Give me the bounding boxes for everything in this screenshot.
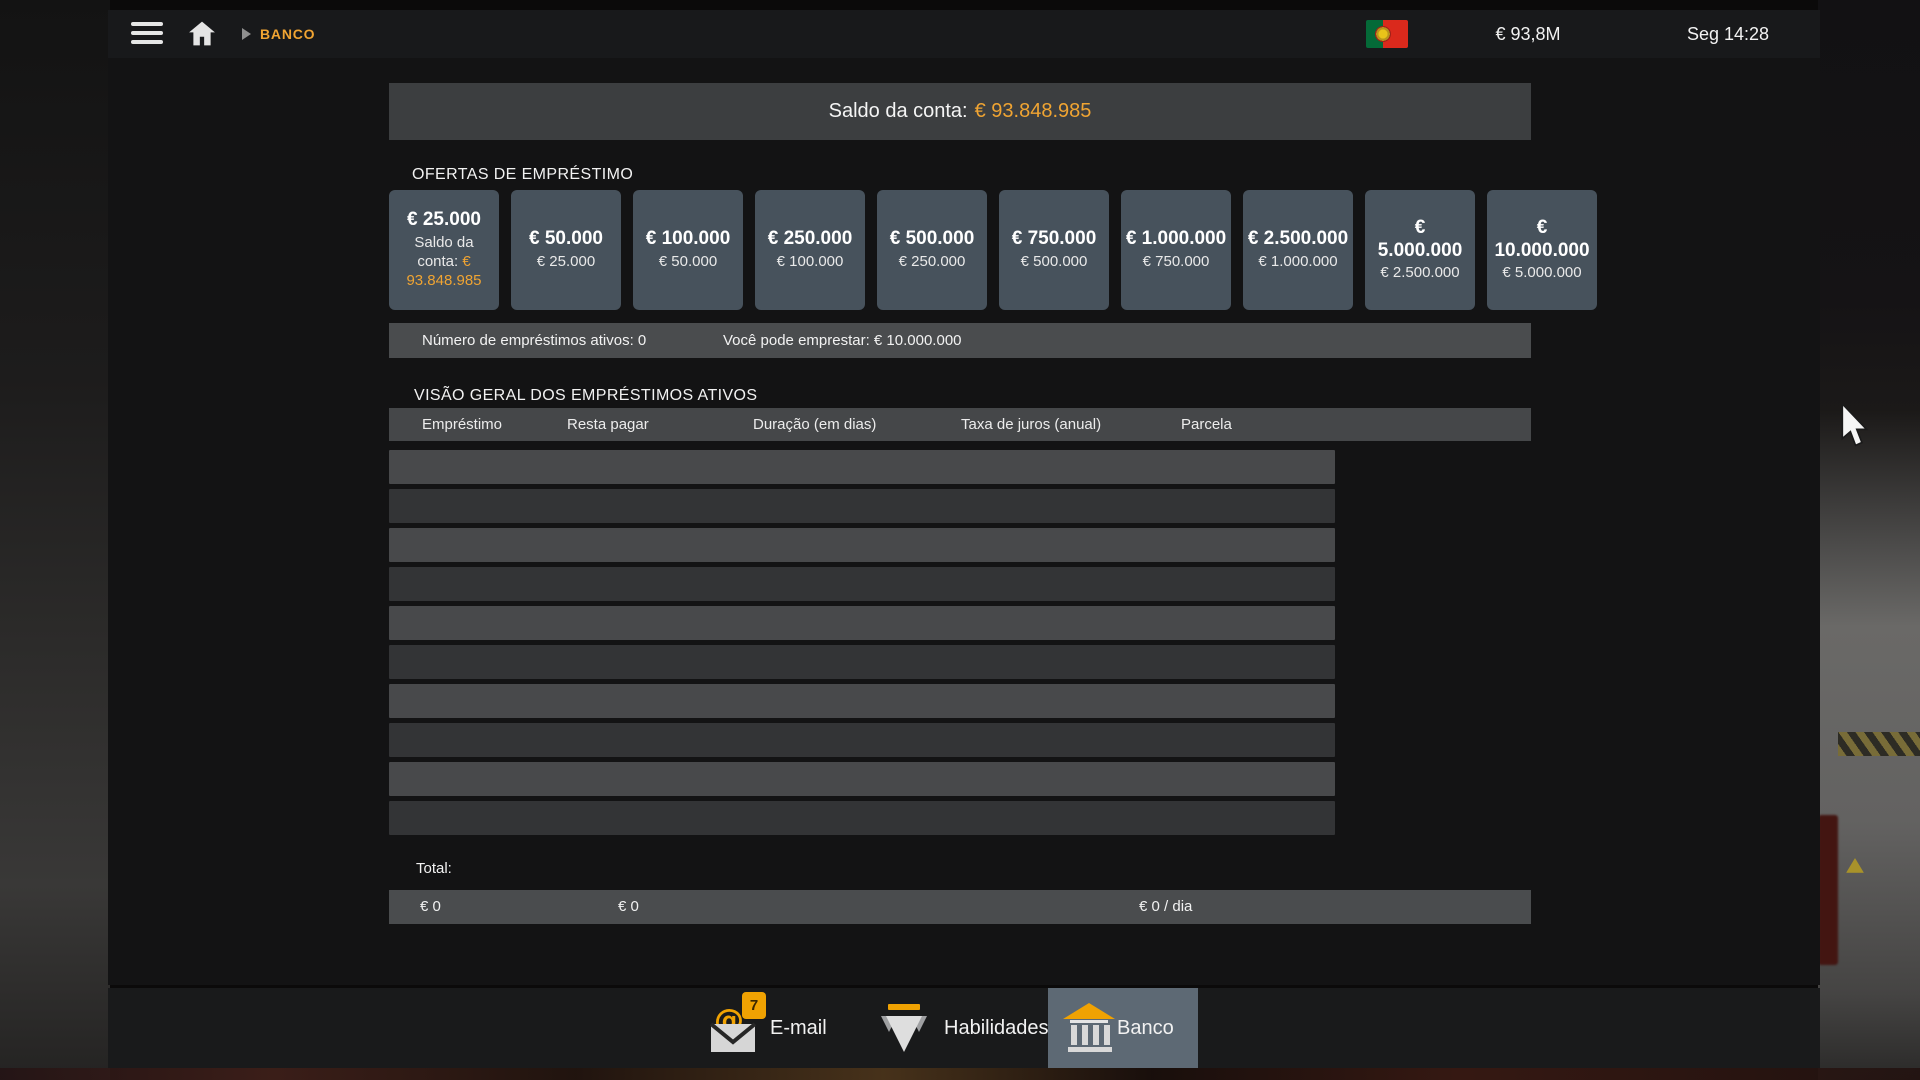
loans-table-row	[389, 762, 1335, 796]
column-header-taxa-juros: Taxa de juros (anual)	[961, 408, 1101, 441]
bank-panel: BANCO € 93,8M Seg 14:28 Saldo da conta: …	[108, 10, 1820, 985]
balance-banner: Saldo da conta: € 93.848.985	[389, 83, 1531, 140]
nav-item-bank[interactable]: Banco	[1048, 988, 1198, 1068]
home-button[interactable]	[188, 20, 216, 47]
email-badge: 7	[742, 992, 766, 1019]
loans-table-row	[389, 450, 1335, 484]
balance-label: Saldo da conta:	[829, 100, 968, 123]
menu-button[interactable]	[131, 22, 163, 46]
loan-offer-card-25000[interactable]: € 25.000 Saldo da conta: € 93.848.985	[389, 190, 499, 310]
loan-offers-row: € 25.000 Saldo da conta: € 93.848.985 € …	[389, 190, 1597, 310]
total-loan-value: € 0	[420, 890, 441, 924]
loans-table-rows	[389, 450, 1335, 840]
loan-offer-card-5000000[interactable]: € 5.000.000 € 2.500.000	[1365, 190, 1475, 310]
portugal-flag-icon	[1366, 20, 1408, 48]
loans-overview-title: VISÃO GERAL DOS EMPRÉSTIMOS ATIVOS	[414, 387, 757, 405]
loans-table-row	[389, 645, 1335, 679]
garage-scene-left	[0, 0, 110, 1080]
cursor-pointer	[1841, 404, 1869, 450]
total-installment-value: € 0 / dia	[1139, 890, 1192, 924]
garage-scene-right	[1818, 0, 1920, 1080]
total-label: Total:	[416, 860, 452, 877]
totals-bar: € 0 € 0 € 0 / dia	[389, 890, 1531, 924]
game-screen: BANCO € 93,8M Seg 14:28 Saldo da conta: …	[0, 0, 1920, 1080]
column-header-resta-pagar: Resta pagar	[567, 408, 649, 441]
loan-offer-card-100000[interactable]: € 100.000 € 50.000	[633, 190, 743, 310]
loans-table-header: Empréstimo Resta pagar Duração (em dias)…	[389, 408, 1531, 441]
loan-offer-card-10000000[interactable]: € 10.000.000 € 5.000.000	[1487, 190, 1597, 310]
top-bar: BANCO € 93,8M Seg 14:28	[108, 10, 1820, 58]
home-icon	[188, 20, 216, 47]
money-display: € 93,8M	[1448, 10, 1608, 58]
active-loans-status: Número de empréstimos ativos: 0	[422, 323, 646, 358]
bank-label: Banco	[1117, 1017, 1174, 1040]
total-remaining-value: € 0	[618, 890, 639, 924]
loans-table-row	[389, 489, 1335, 523]
column-header-emprestimo: Empréstimo	[422, 408, 502, 441]
loans-table-row	[389, 723, 1335, 757]
clock-display: Seg 14:28	[1648, 10, 1808, 58]
hamburger-icon	[131, 22, 163, 26]
skills-label: Habilidades	[944, 1017, 1049, 1040]
loans-table-row	[389, 801, 1335, 835]
loan-offer-card-1000000[interactable]: € 1.000.000 € 750.000	[1121, 190, 1231, 310]
garage-scene-bottom	[0, 1068, 1920, 1080]
loan-offer-card-50000[interactable]: € 50.000 € 25.000	[511, 190, 621, 310]
bottom-nav: @ 7 E-mail Habilidades	[108, 988, 1820, 1068]
loan-status-bar: Número de empréstimos ativos: 0 Você pod…	[389, 323, 1531, 358]
loan-offer-card-250000[interactable]: € 250.000 € 100.000	[755, 190, 865, 310]
loan-offer-card-750000[interactable]: € 750.000 € 500.000	[999, 190, 1109, 310]
breadcrumb-chevron-icon	[242, 28, 251, 40]
balance-value: € 93.848.985	[975, 100, 1092, 123]
loan-offer-card-2500000[interactable]: € 2.500.000 € 1.000.000	[1243, 190, 1353, 310]
loans-table-row	[389, 606, 1335, 640]
loans-table-row	[389, 528, 1335, 562]
borrow-limit-status: Você pode emprestar: € 10.000.000	[723, 323, 962, 358]
floor-arrow-marking	[1846, 858, 1864, 873]
loans-table-row	[389, 567, 1335, 601]
skills-icon	[880, 1002, 928, 1056]
breadcrumb-banco[interactable]: BANCO	[260, 10, 315, 58]
loans-table-row	[389, 684, 1335, 718]
column-header-duracao: Duração (em dias)	[753, 408, 876, 441]
bank-icon	[1063, 1003, 1115, 1053]
hazard-floor-stripes	[1838, 732, 1920, 756]
loan-offer-card-500000[interactable]: € 500.000 € 250.000	[877, 190, 987, 310]
email-label: E-mail	[770, 1017, 827, 1040]
red-cabinet	[1818, 815, 1838, 965]
loan-offers-title: OFERTAS DE EMPRÉSTIMO	[412, 166, 633, 184]
column-header-parcela: Parcela	[1181, 408, 1232, 441]
